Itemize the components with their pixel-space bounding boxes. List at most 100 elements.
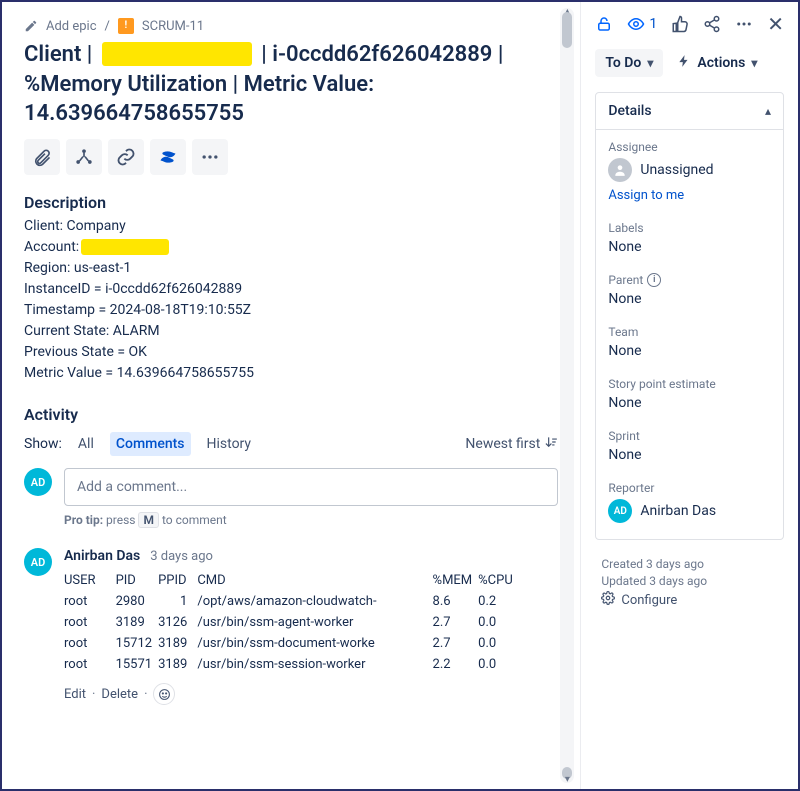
reporter-label: Reporter [608, 481, 771, 495]
redacted-highlight-small [81, 239, 169, 255]
parent-label: Parent [608, 273, 643, 287]
lock-icon[interactable] [595, 15, 613, 33]
assignee-value: Unassigned [640, 162, 713, 178]
process-table: USER PID PPID CMD %MEM %CPU root 2980 1 … [64, 570, 519, 675]
watch-count: 1 [649, 16, 657, 32]
tab-history[interactable]: History [201, 432, 258, 456]
bolt-icon [677, 54, 691, 72]
table-header: USER PID PPID CMD %MEM %CPU [64, 570, 519, 591]
attach-button[interactable] [24, 139, 60, 175]
reporter-value: Anirban Das [640, 503, 716, 519]
side-panel: 1 ✕ To Do ▾ Actions ▾ [580, 2, 798, 789]
more-actions-button[interactable] [192, 139, 228, 175]
confluence-button[interactable] [150, 139, 186, 175]
close-icon[interactable]: ✕ [767, 12, 784, 36]
issue-title[interactable]: Client | | i-0ccdd62f626042889 | %Memory… [24, 40, 558, 129]
scroll-thumb[interactable] [562, 12, 572, 48]
created-time: Created 3 days ago [601, 557, 778, 571]
labels-value: None [608, 239, 771, 255]
chevron-down-icon: ▾ [751, 56, 757, 70]
more-icon[interactable] [735, 15, 753, 33]
details-header[interactable]: Details ▴ [596, 93, 783, 130]
sort-label: Newest first [465, 436, 540, 452]
issue-key[interactable]: SCRUM-11 [142, 19, 204, 34]
title-prefix: Client | [24, 42, 98, 67]
sprint-value: None [608, 447, 771, 463]
assign-to-me-link[interactable]: Assign to me [608, 188, 684, 203]
details-panel: Details ▴ Assignee Unassigned Assign to … [595, 92, 784, 540]
details-title: Details [608, 103, 651, 119]
labels-label: Labels [608, 221, 771, 235]
show-label: Show: [24, 436, 62, 452]
field-story-points[interactable]: Story point estimate None [608, 377, 771, 411]
info-icon[interactable]: i [647, 273, 661, 287]
col-mem: %MEM [383, 570, 479, 591]
edit-comment[interactable]: Edit [64, 687, 86, 702]
main-scrollbar[interactable]: ▴ ▾ [560, 8, 574, 783]
link-button[interactable] [108, 139, 144, 175]
col-pid: PID [102, 570, 159, 591]
configure-link[interactable]: Configure [601, 591, 778, 609]
description-heading: Description [24, 193, 558, 212]
breadcrumb-separator: / [105, 19, 110, 34]
vote-icon[interactable] [671, 15, 689, 33]
side-toolbar: 1 ✕ [581, 2, 798, 40]
sort-icon [544, 435, 558, 453]
col-user: USER [64, 570, 102, 591]
comment-item: AD Anirban Das 3 days ago USER PID PPID … [24, 548, 558, 705]
pro-tip: Pro tip: press M to comment [64, 512, 558, 528]
main-column: Add epic / ! SCRUM-11 Client | | i-0ccdd… [2, 2, 580, 789]
status-label: To Do [605, 55, 641, 71]
tab-all[interactable]: All [72, 432, 100, 456]
team-value: None [608, 343, 771, 359]
add-reaction[interactable] [153, 683, 175, 705]
share-icon[interactable] [703, 15, 721, 33]
field-labels[interactable]: Labels None [608, 221, 771, 255]
delete-comment[interactable]: Delete [101, 687, 138, 702]
add-child-button[interactable] [66, 139, 102, 175]
desc-account: Account: [24, 239, 558, 255]
add-epic-link[interactable]: Add epic [46, 19, 97, 34]
protip-key: M [138, 512, 159, 528]
assignee-label: Assignee [608, 140, 771, 154]
comment-avatar: AD [24, 548, 52, 576]
status-actions-row: To Do ▾ Actions ▾ [581, 40, 798, 84]
actions-label: Actions [697, 55, 745, 71]
protip-prefix: Pro tip: [64, 513, 103, 527]
desc-region: Region: us-east-1 [24, 260, 558, 276]
unassigned-avatar [608, 158, 632, 182]
redacted-highlight [102, 42, 252, 66]
watch-button[interactable]: 1 [627, 15, 657, 33]
add-comment-input[interactable]: Add a comment... [64, 468, 558, 506]
comment-author[interactable]: Anirban Das [64, 548, 140, 564]
col-cpu: %CPU [478, 570, 519, 591]
status-dropdown[interactable]: To Do ▾ [595, 49, 663, 77]
configure-label: Configure [621, 593, 677, 608]
story-value: None [608, 395, 771, 411]
pencil-icon [24, 19, 38, 33]
desc-account-label: Account: [24, 239, 79, 255]
scroll-down-arrow[interactable]: ▾ [560, 774, 574, 785]
field-sprint[interactable]: Sprint None [608, 429, 771, 463]
desc-metric-value: Metric Value = 14.639664758655755 [24, 365, 558, 381]
tab-comments[interactable]: Comments [110, 432, 191, 456]
content-toolbar [24, 139, 558, 175]
field-team[interactable]: Team None [608, 325, 771, 359]
activity-section: Activity Show: All Comments History Newe… [24, 405, 558, 705]
actions-dropdown[interactable]: Actions ▾ [673, 48, 761, 78]
chevron-up-icon: ▴ [765, 104, 771, 118]
current-user-avatar: AD [24, 468, 52, 496]
table-row: root 2980 1 /opt/aws/amazon-cloudwatch- … [64, 591, 519, 612]
gear-icon [601, 591, 615, 609]
sort-newest-first[interactable]: Newest first [465, 435, 558, 453]
field-reporter[interactable]: Reporter AD Anirban Das [608, 481, 771, 523]
reporter-avatar: AD [608, 499, 632, 523]
field-parent[interactable]: Parent i None [608, 273, 771, 307]
col-cmd: CMD [197, 570, 382, 591]
field-assignee[interactable]: Assignee Unassigned Assign to me [608, 140, 771, 203]
breadcrumb: Add epic / ! SCRUM-11 [24, 18, 558, 34]
side-meta: Created 3 days ago Updated 3 days ago Co… [581, 550, 798, 622]
desc-instance: InstanceID = i-0ccdd62f626042889 [24, 281, 558, 297]
team-label: Team [608, 325, 771, 339]
add-comment-row: AD Add a comment... [24, 468, 558, 506]
